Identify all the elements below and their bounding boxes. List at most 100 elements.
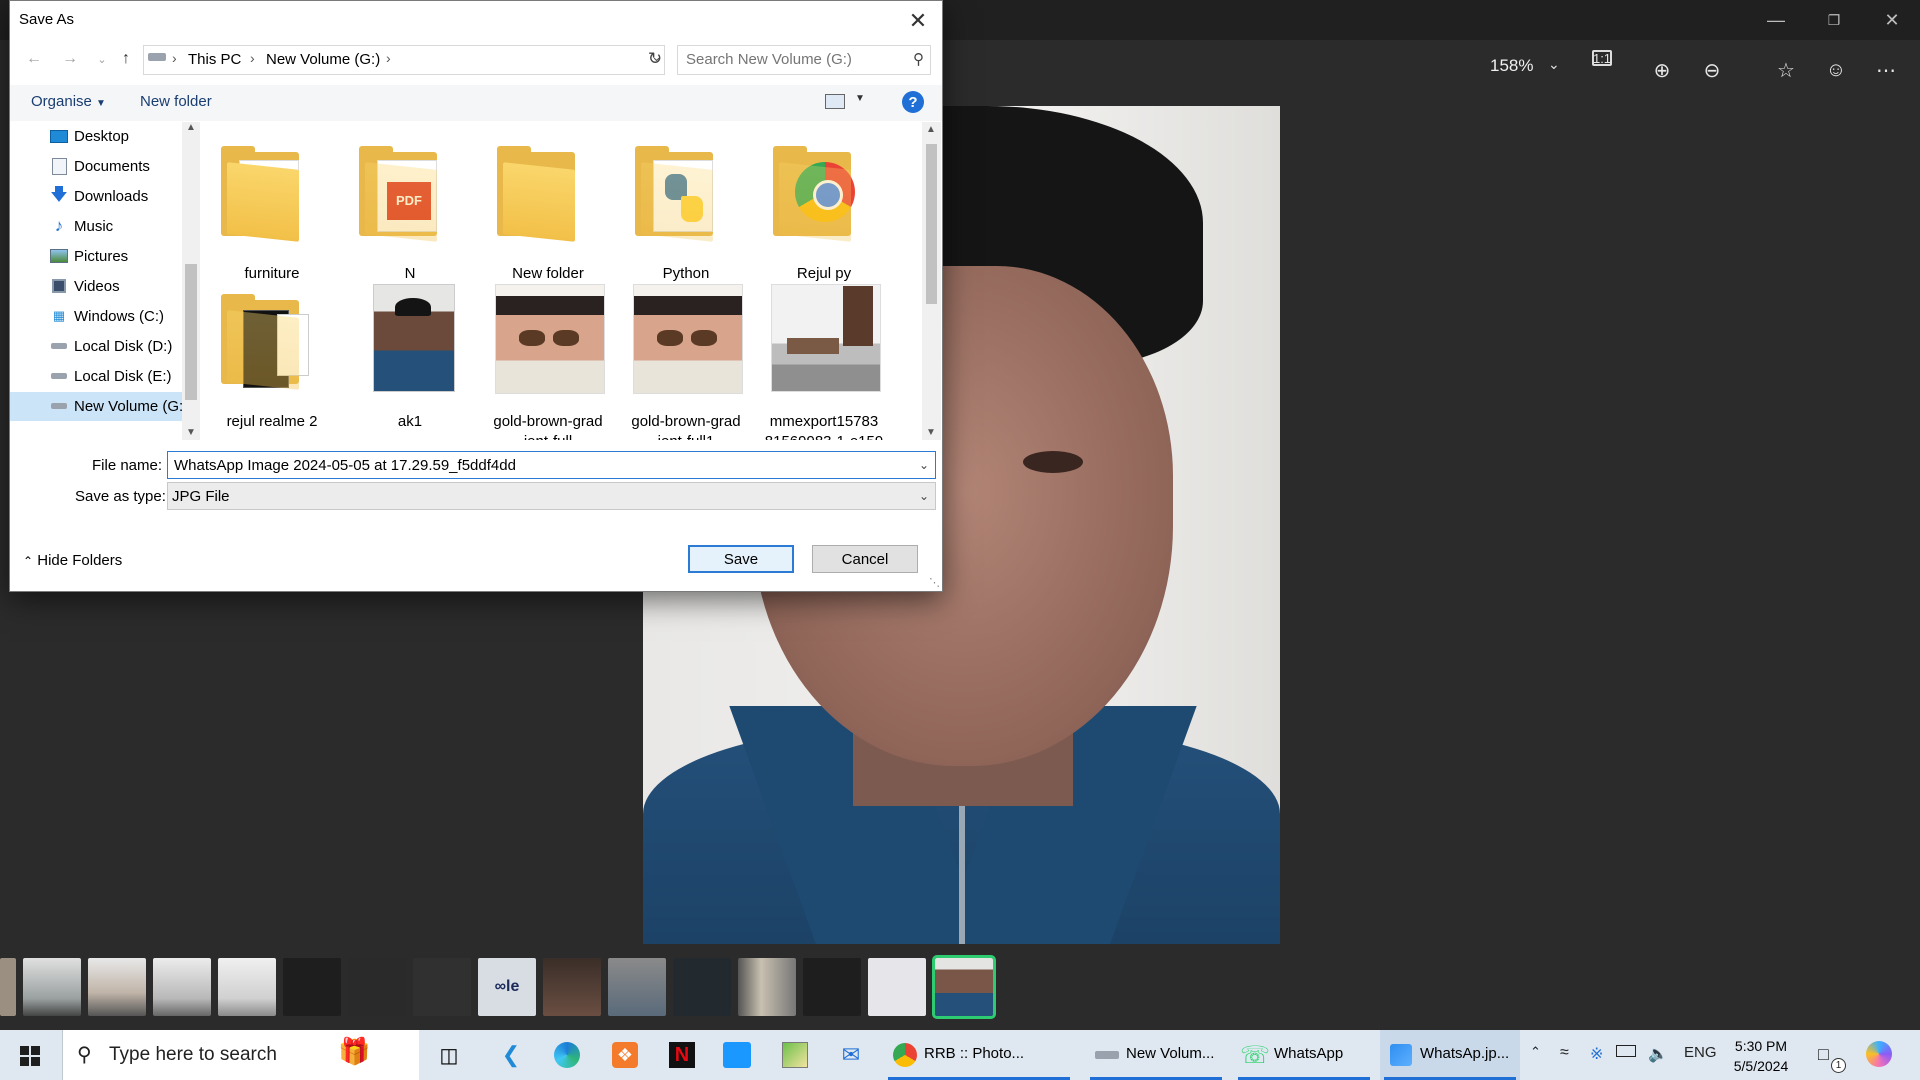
organise-button[interactable]: Organise ▼ [31, 93, 106, 110]
wifi-icon[interactable]: ≈ [1560, 1044, 1569, 1062]
image-item-mmexport[interactable]: mmexport15783 81569983-1-e159 [759, 282, 889, 440]
filmstrip-thumb[interactable] [543, 958, 601, 1016]
filmstrip-thumb[interactable] [738, 958, 796, 1016]
filmstrip-thumb[interactable] [153, 958, 211, 1016]
sidebar-item-downloads[interactable]: 🡇 Downloads [10, 182, 182, 211]
scroll-up-icon[interactable]: ▲ [186, 122, 196, 133]
taskbar-search[interactable]: ⚲ Type here to search 🎁 [62, 1030, 419, 1080]
search-input[interactable] [686, 51, 896, 68]
sidebar-item-local-disk-e[interactable]: Local Disk (E:) [10, 362, 182, 391]
taskbar-app-whatsapp[interactable]: ☏ WhatsApp [1234, 1030, 1374, 1080]
help-icon[interactable]: ? [902, 91, 924, 113]
file-name-input[interactable]: WhatsApp Image 2024-05-05 at 17.29.59_f5… [167, 451, 936, 479]
sidebar-item-videos[interactable]: Videos [10, 272, 182, 301]
sidebar-item-music[interactable]: ♪ Music [10, 212, 182, 241]
image-item-gold-brown-gradient-full1[interactable]: gold-brown-grad ient-full1 [621, 282, 751, 440]
folder-item-furniture[interactable]: furniture [207, 134, 337, 284]
address-bar[interactable]: › This PC › New Volume (G:) › ⌄ [143, 45, 665, 75]
sidebar-item-windows-c[interactable]: ▦ Windows (C:) [10, 302, 182, 331]
cancel-button[interactable]: Cancel [812, 545, 918, 573]
clock-time[interactable]: 5:30 PM [1733, 1038, 1789, 1054]
breadcrumb-this-pc[interactable]: This PC [188, 51, 241, 68]
filmstrip-thumb[interactable] [413, 958, 471, 1016]
sidebar-item-desktop[interactable]: Desktop [10, 122, 182, 151]
netflix-icon[interactable]: N [665, 1038, 699, 1072]
emoji-feedback-icon[interactable]: ☺ [1816, 50, 1856, 90]
image-editor-icon[interactable] [778, 1038, 812, 1072]
chevron-up-icon[interactable]: ⌃ [1530, 1044, 1541, 1060]
new-folder-button[interactable]: New folder [140, 93, 212, 110]
filmstrip-thumb[interactable] [88, 958, 146, 1016]
filmstrip-thumb[interactable] [673, 958, 731, 1016]
zoom-out-icon[interactable]: ⊖ [1692, 50, 1732, 90]
recent-locations-icon[interactable]: ⌄ [90, 47, 114, 71]
sidebar-item-documents[interactable]: Documents [10, 152, 182, 181]
up-arrow-icon[interactable]: ↑ [114, 47, 138, 71]
taskbar-app-file-explorer[interactable]: New Volum... [1086, 1030, 1226, 1080]
filmstrip-thumb[interactable] [218, 958, 276, 1016]
folder-item-python[interactable]: Python [621, 134, 751, 284]
minimize-icon[interactable]: — [1748, 0, 1804, 40]
language-indicator[interactable]: ENG [1684, 1044, 1717, 1061]
nav-scroll-thumb[interactable] [185, 264, 197, 400]
back-arrow-icon[interactable]: ← [22, 47, 46, 71]
xampp-icon[interactable]: ❖ [608, 1038, 642, 1072]
bluetooth-icon[interactable]: ※ [1590, 1044, 1603, 1064]
chevron-down-icon[interactable]: ⌄ [1548, 56, 1560, 73]
search-box[interactable]: ⚲ [677, 45, 931, 75]
chevron-down-icon[interactable]: ⌄ [919, 489, 929, 503]
sidebar-item-local-disk-d[interactable]: Local Disk (D:) [10, 332, 182, 361]
filmstrip-thumb-selected[interactable] [932, 955, 996, 1019]
save-type-select[interactable]: JPG File ⌄ [167, 482, 936, 510]
filmstrip-thumb[interactable] [283, 958, 341, 1016]
image-item-ak1[interactable]: ak1 [345, 282, 475, 432]
notification-icon[interactable]: □ [1818, 1044, 1829, 1065]
file-list-scrollbar[interactable]: ▲ ▼ [922, 122, 941, 440]
filmstrip-thumb[interactable] [608, 958, 666, 1016]
copilot-icon[interactable] [1866, 1041, 1892, 1067]
chevron-down-icon[interactable]: ⌄ [919, 458, 929, 472]
hide-folders-toggle[interactable]: ⌃ Hide Folders [23, 552, 122, 569]
close-icon[interactable]: ✕ [1864, 0, 1920, 40]
more-options-icon[interactable]: ⋯ [1866, 50, 1906, 90]
mail-icon[interactable]: ✉ [834, 1038, 868, 1072]
clock-date[interactable]: 5/5/2024 [1729, 1058, 1793, 1074]
file-name-value[interactable]: WhatsApp Image 2024-05-05 at 17.29.59_f5… [174, 457, 516, 474]
search-highlight-icon[interactable]: 🎁 [338, 1036, 406, 1076]
prime-video-icon[interactable] [720, 1038, 754, 1072]
scroll-down-icon[interactable]: ▼ [186, 427, 196, 438]
scroll-up-icon[interactable]: ▲ [926, 124, 936, 135]
search-icon[interactable]: ⚲ [913, 50, 924, 68]
filmstrip-thumb[interactable] [803, 958, 861, 1016]
resize-grip-icon[interactable]: ⋱ [929, 576, 940, 589]
battery-icon[interactable] [1616, 1044, 1636, 1062]
zoom-level[interactable]: 158% [1490, 56, 1533, 76]
restore-icon[interactable]: ❐ [1806, 0, 1862, 40]
file-list-scroll-thumb[interactable] [926, 144, 937, 304]
folder-item-rejul-py[interactable]: Rejul py [759, 134, 889, 284]
scroll-down-icon[interactable]: ▼ [926, 427, 936, 438]
forward-arrow-icon[interactable]: → [58, 47, 82, 71]
filmstrip-thumb[interactable] [348, 958, 406, 1016]
filmstrip-thumb[interactable] [23, 958, 81, 1016]
vscode-icon[interactable]: ❮ [494, 1038, 528, 1072]
windows-start-icon[interactable] [12, 1040, 46, 1070]
sidebar-item-new-volume-g[interactable]: New Volume (G:) [10, 392, 182, 421]
task-view-icon[interactable]: ◫ [432, 1038, 466, 1072]
taskbar-app-photos[interactable]: WhatsAp.jp... [1380, 1030, 1520, 1080]
filmstrip-thumb[interactable] [0, 958, 16, 1016]
breadcrumb-new-volume[interactable]: New Volume (G:) [266, 51, 380, 68]
taskbar-search-placeholder[interactable]: Type here to search [109, 1044, 277, 1066]
save-type-value[interactable]: JPG File [172, 488, 230, 505]
folder-item-new-folder[interactable]: New folder [483, 134, 613, 284]
taskbar-app-chrome[interactable]: RRB :: Photo... [884, 1030, 1074, 1080]
folder-item-n[interactable]: PDF N [345, 134, 475, 284]
actual-size-icon[interactable]: 1:1 [1592, 50, 1612, 66]
zoom-in-icon[interactable]: ⊕ [1642, 50, 1682, 90]
refresh-icon[interactable]: ↻ [642, 46, 668, 72]
sidebar-item-pictures[interactable]: Pictures [10, 242, 182, 271]
favorite-star-icon[interactable]: ☆ [1766, 50, 1806, 90]
image-item-gold-brown-gradient-full[interactable]: gold-brown-grad ient-full [483, 282, 613, 440]
change-view-button[interactable]: ▼ [825, 91, 875, 113]
folder-item-rejul-realme-2[interactable]: rejul realme 2 [207, 282, 337, 432]
